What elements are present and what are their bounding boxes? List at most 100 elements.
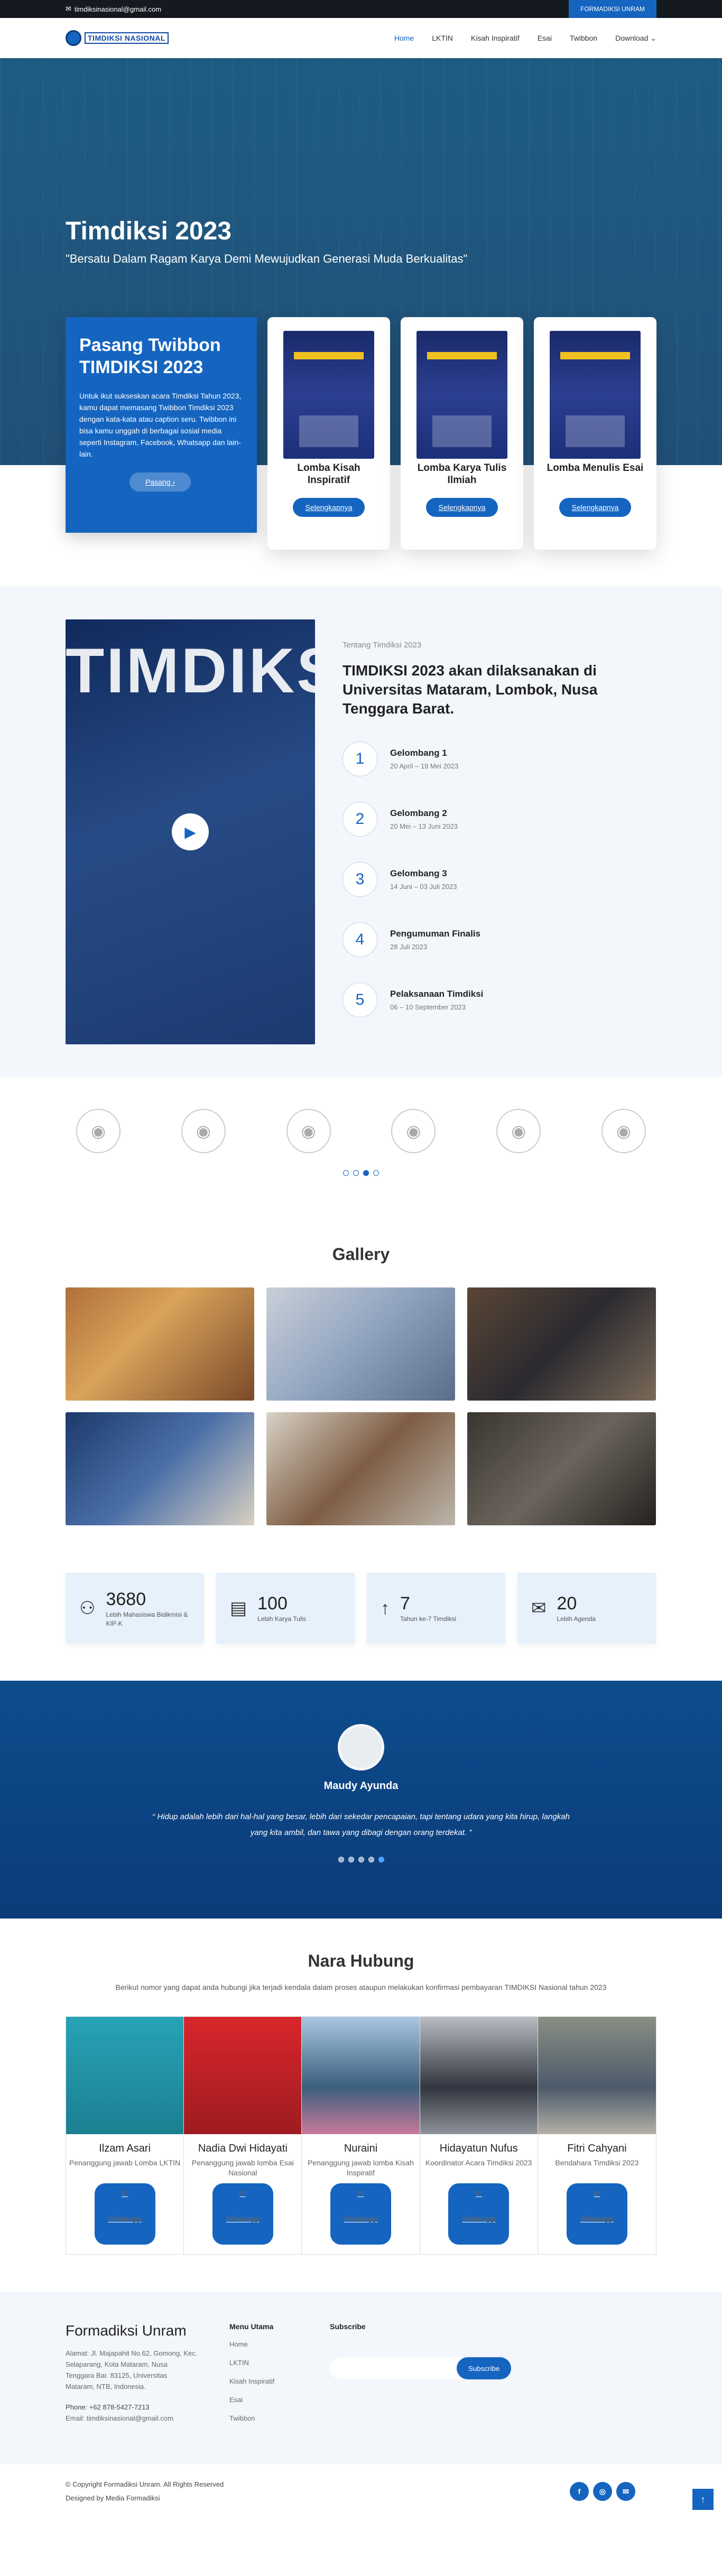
whatsapp-label: Whatsapp <box>580 2214 614 2223</box>
gallery-photo[interactable] <box>266 1412 455 1525</box>
gallery-photo[interactable] <box>66 1287 254 1401</box>
site-logo[interactable]: TIMDIKSI NASIONAL <box>66 30 169 46</box>
footer: Formadiksi Unram Alamat: Jl. Majapahit N… <box>0 2292 722 2464</box>
gallery-photo[interactable] <box>467 1412 656 1525</box>
timeline-step: 2 Gelombang 2 20 Mei – 13 Juni 2023 <box>343 802 656 837</box>
lomba-poster <box>283 331 374 459</box>
twibbon-text: Untuk ikut sukseskan acara Timdiksi Tahu… <box>79 392 242 458</box>
facebook-icon[interactable]: f <box>570 2482 589 2501</box>
lomba-title: Lomba Karya Tulis Ilmiah <box>417 462 507 486</box>
step-date: 20 April – 19 Mei 2023 <box>390 762 459 770</box>
gallery-photo[interactable] <box>467 1287 656 1401</box>
gallery-section: Gallery <box>0 1202 722 1573</box>
copyright-text: © Copyright Formadiksi Unram. All Rights… <box>66 2480 224 2488</box>
step-number: 1 <box>343 742 377 776</box>
contact-name: Nadia Dwi Hidayati <box>198 2143 288 2154</box>
topbar-email[interactable]: ✉ timdiksinasional@gmail.com <box>66 5 161 13</box>
email-icon[interactable]: ✉ <box>616 2482 635 2501</box>
whatsapp-button[interactable]: ✆ Whatsapp <box>566 2183 627 2245</box>
logo-text: TIMDIKSI NASIONAL <box>85 32 169 44</box>
document-icon: ▤ <box>230 1598 247 1618</box>
contact-photo <box>302 2017 420 2134</box>
lomba-card: Lomba Menulis Esai Selengkapnya <box>534 317 656 550</box>
nav-download[interactable]: Download ⌄ <box>615 34 656 43</box>
lomba-card: Lomba Karya Tulis Ilmiah Selengkapnya <box>401 317 523 550</box>
step-date: 20 Mei – 13 Juni 2023 <box>390 822 458 830</box>
pasang-button[interactable]: Pasang › <box>129 472 191 492</box>
whatsapp-button[interactable]: ✆ Whatsapp <box>94 2183 155 2245</box>
step-title: Gelombang 1 <box>390 748 447 758</box>
logo-emblem <box>66 30 81 46</box>
nav-esai[interactable]: Esai <box>538 34 552 43</box>
footer-link-twibbon[interactable]: Twibbon <box>229 2414 298 2422</box>
back-to-top-button[interactable]: ↑ <box>692 2489 714 2510</box>
timeline-step: 1 Gelombang 1 20 April – 19 Mei 2023 <box>343 742 656 776</box>
contact-photo <box>184 2017 302 2134</box>
whatsapp-label: Whatsapp <box>108 2214 142 2223</box>
partner-logo: ◉ <box>76 1109 121 1153</box>
footer-link-esai[interactable]: Esai <box>229 2396 298 2404</box>
partner-logos: ◉ ◉ ◉ ◉ ◉ ◉ <box>0 1077 722 1202</box>
partner-logo: ◉ <box>601 1109 646 1153</box>
subscribe-title: Subscribe <box>330 2322 366 2331</box>
envelope-icon: ✉ <box>66 5 71 13</box>
carousel-dot[interactable] <box>373 1170 379 1176</box>
gallery-photo[interactable] <box>66 1412 254 1525</box>
video-thumbnail[interactable]: TIMDIKS ▶ <box>66 619 315 1044</box>
contact-name: Nuraini <box>344 2143 378 2154</box>
contact-name: Ilzam Asari <box>99 2143 151 2154</box>
contact-photo <box>420 2017 538 2134</box>
topbar: ✉ timdiksinasional@gmail.com FORMADIKSI U… <box>0 0 722 18</box>
testimonial-dots <box>0 1857 722 1862</box>
about-title: TIMDIKSI 2023 akan dilaksanakan di Unive… <box>343 662 598 717</box>
main-nav: Home LKTIN Kisah Inspiratif Esai Twibbon… <box>394 34 656 43</box>
formadiksi-button[interactable]: FORMADIKSI UNRAM <box>568 0 656 18</box>
play-button[interactable]: ▶ <box>172 813 209 850</box>
contact-role: Penanggung jawab lomba Esai Nasional <box>191 2158 294 2177</box>
carousel-dot[interactable] <box>368 1857 374 1862</box>
contact-card: Nadia Dwi Hidayati Penanggung jawab lomba… <box>184 2017 302 2254</box>
whatsapp-button[interactable]: ✆ Whatsapp <box>448 2183 510 2245</box>
chevron-down-icon: ⌄ <box>650 33 656 42</box>
contact-card: Ilzam Asari Penanggung jawab Lomba LKTIN ✆… <box>66 2017 184 2254</box>
selengkapnya-button[interactable]: Selengkapnya <box>425 498 498 517</box>
nav-home[interactable]: Home <box>394 34 414 43</box>
carousel-dot[interactable] <box>348 1857 354 1862</box>
contact-name: Hidayatun Nufus <box>439 2143 518 2154</box>
copyright-bar: © Copyright Formadiksi Unram. All Rights… <box>0 2464 722 2518</box>
contact-card: Fitri Cahyani Bendahara Timdiksi 2023 ✆ Wh… <box>538 2017 656 2254</box>
whatsapp-button[interactable]: ✆ Whatsapp <box>212 2183 273 2245</box>
subscribe-button[interactable]: Subscribe <box>457 2357 512 2379</box>
footer-link-home[interactable]: Home <box>229 2340 298 2348</box>
featured-section: Pasang Twibbon TIMDIKSI 2023 Untuk ikut … <box>0 317 722 550</box>
lomba-card: Lomba Kisah Inspiratif Selengkapnya <box>267 317 390 550</box>
partner-logo: ◉ <box>391 1109 436 1153</box>
stat-card: ▤ 100 Lebih Karya Tulis <box>216 1573 355 1644</box>
footer-link-kisah[interactable]: Kisah Inspiratif <box>229 2377 298 2385</box>
instagram-icon[interactable]: ◎ <box>593 2482 612 2501</box>
footer-link-lktin[interactable]: LKTIN <box>229 2359 298 2367</box>
carousel-dot-active[interactable] <box>363 1170 369 1176</box>
contact-role: Koordinator Acara Timdiksi 2023 <box>425 2158 532 2167</box>
designed-by: Designed by Media Formadiksi <box>66 2494 160 2502</box>
carousel-dot[interactable] <box>353 1170 359 1176</box>
gallery-photo[interactable] <box>266 1287 455 1401</box>
nav-lktin[interactable]: LKTIN <box>432 34 453 43</box>
nav-kisah-inspiratif[interactable]: Kisah Inspiratif <box>471 34 520 43</box>
whatsapp-icon: ✆ <box>594 2189 600 2198</box>
contact-card: Hidayatun Nufus Koordinator Acara Timdiks… <box>420 2017 538 2254</box>
carousel-dot[interactable] <box>343 1170 349 1176</box>
carousel-dot[interactable] <box>338 1857 344 1862</box>
subscribe-input[interactable] <box>330 2357 462 2379</box>
whatsapp-button[interactable]: ✆ Whatsapp <box>330 2183 392 2245</box>
carousel-dot[interactable] <box>358 1857 364 1862</box>
selengkapnya-button[interactable]: Selengkapnya <box>559 498 632 517</box>
video-title: TIMDIKS <box>66 635 315 706</box>
contact-title: Nara Hubung <box>308 1951 414 1970</box>
selengkapnya-button[interactable]: Selengkapnya <box>292 498 365 517</box>
carousel-dot-active[interactable] <box>378 1857 384 1862</box>
stat-value: 20 <box>557 1593 577 1614</box>
site-header: TIMDIKSI NASIONAL Home LKTIN Kisah Inspi… <box>0 18 722 58</box>
nav-twibbon[interactable]: Twibbon <box>570 34 597 43</box>
carousel-dots <box>66 1170 656 1176</box>
